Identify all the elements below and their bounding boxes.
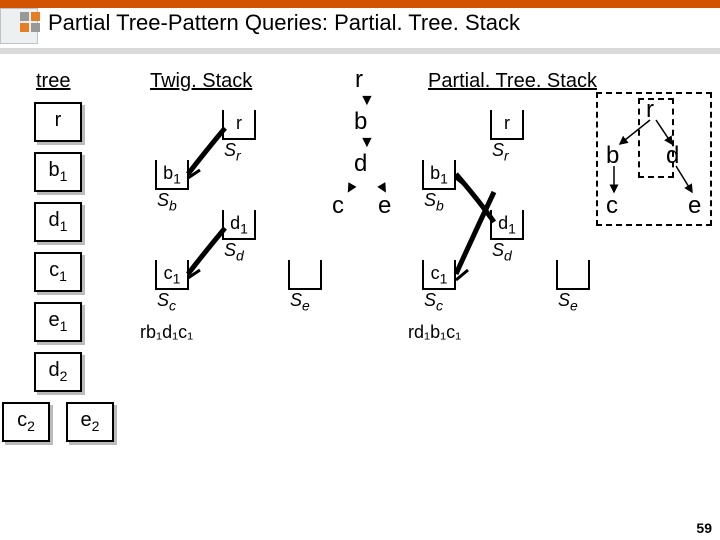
pt-query-c: c	[606, 192, 618, 220]
pt-sc-cell: c1	[422, 260, 456, 290]
logo-square	[20, 12, 29, 21]
pt-path: rd₁b₁c₁	[408, 322, 461, 343]
pt-sr-cell: r	[490, 110, 524, 140]
twigstack-label: Twig. Stack	[150, 70, 252, 93]
pt-se-cell	[556, 260, 590, 290]
twig-path: rb₁d₁c₁	[140, 322, 193, 343]
pt-sb-cell: b1	[422, 160, 456, 190]
pt-sd-cell: d1	[490, 210, 524, 240]
tree-label: tree	[36, 70, 70, 93]
query-node-b: b	[354, 108, 367, 136]
pt-query-e: e	[688, 192, 701, 220]
tree-node-d1: d1	[34, 202, 82, 242]
pt-sr-label: Sr	[492, 140, 509, 164]
stack-sr-cell: r	[222, 110, 256, 140]
title-bar: Partial Tree-Pattern Queries: Partial. T…	[0, 0, 720, 48]
pt-sd-label: Sd	[492, 240, 512, 264]
tree-node-r: r	[34, 102, 82, 142]
title-shadow	[0, 48, 720, 54]
stack-sd-label: Sd	[224, 240, 244, 264]
tree-node-c1: c1	[34, 252, 82, 292]
tree-node-c2: c2	[2, 402, 50, 442]
pt-query-r: r	[646, 96, 654, 124]
slide-content: tree r b1 d1 c1 e1 d2 c2 e2 Twig. Stack …	[0, 62, 720, 540]
ptstack-label: Partial. Tree. Stack	[428, 70, 597, 93]
stack-sc-cell: c1	[155, 260, 189, 290]
stack-se-cell	[288, 260, 322, 290]
stack-se-label: Se	[290, 290, 310, 314]
stack-sd-cell: d1	[222, 210, 256, 240]
orange-strip	[0, 0, 720, 8]
logo-square	[31, 23, 40, 32]
pt-se-label: Se	[558, 290, 578, 314]
tree-node-e2: e2	[66, 402, 114, 442]
logo-square	[20, 23, 29, 32]
stack-sb-label: Sb	[157, 190, 177, 214]
stack-sb-cell: b1	[155, 160, 189, 190]
pt-query-d: d	[666, 142, 679, 170]
logo-square	[31, 12, 40, 21]
pt-query-b: b	[606, 142, 619, 170]
tree-node-d2: d2	[34, 352, 82, 392]
query-node-c: c	[332, 192, 344, 220]
page-number: 59	[696, 520, 712, 536]
tree-node-b1: b1	[34, 152, 82, 192]
stack-sc-label: Sc	[157, 290, 176, 314]
tree-node-e1: e1	[34, 302, 82, 342]
slide-title: Partial Tree-Pattern Queries: Partial. T…	[48, 10, 520, 36]
stack-sr-label: Sr	[224, 140, 241, 164]
query-node-r: r	[355, 66, 363, 94]
query-node-e: e	[378, 192, 391, 220]
pt-sc-label: Sc	[424, 290, 443, 314]
query-node-d: d	[354, 150, 367, 178]
pt-sb-label: Sb	[424, 190, 444, 214]
